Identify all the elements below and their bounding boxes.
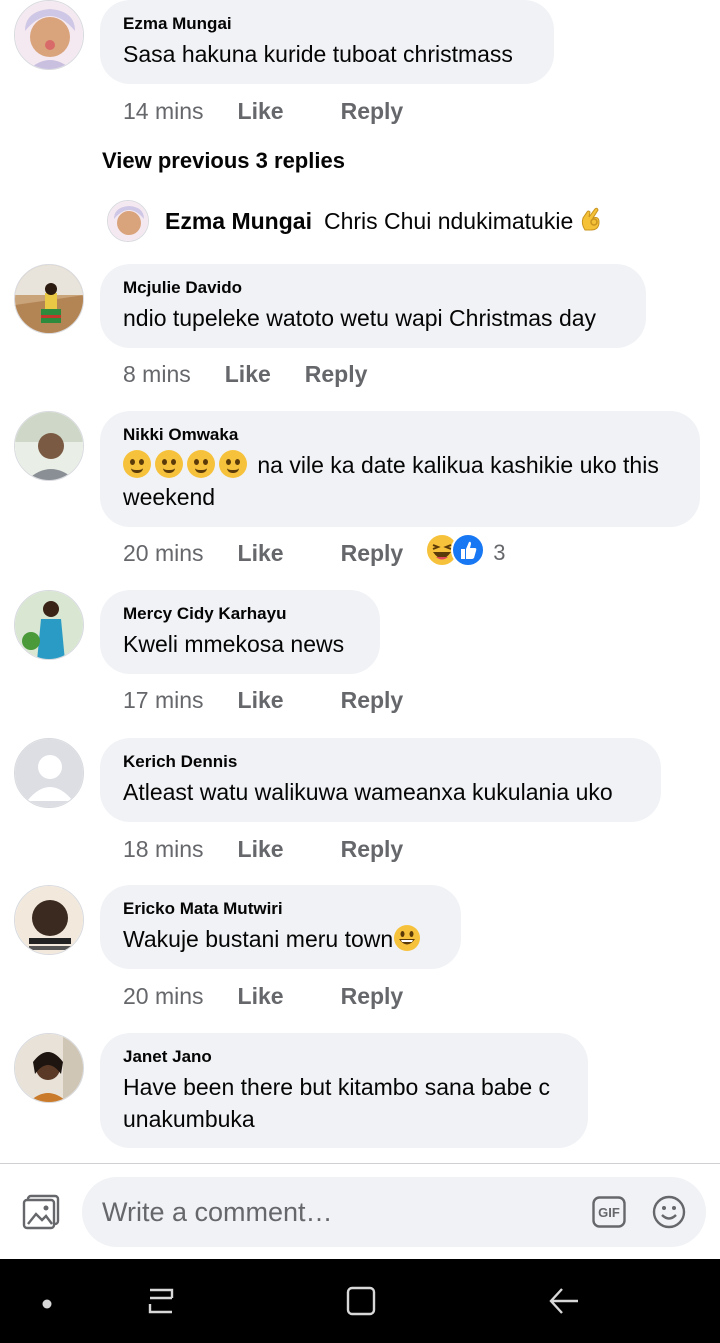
comment-input[interactable]: Write a comment… GIF — [82, 1177, 706, 1247]
reaction-count: 3 — [493, 540, 506, 565]
reply-button[interactable]: Reply — [341, 983, 404, 1010]
comment-author[interactable]: Kerich Dennis — [123, 752, 637, 772]
comment-author[interactable]: Mcjulie Davido — [123, 278, 622, 298]
comment-text: Atleast watu walikuwa wameanxa kukulania… — [123, 779, 613, 805]
comment-time: 14 mins — [123, 97, 204, 124]
comment-text: Have been there but kitambo sana babe c … — [123, 1074, 551, 1132]
reply-text: Chris Chui ndukimatukie — [323, 207, 574, 234]
avatar[interactable] — [14, 411, 84, 481]
comment-time: 8 mins — [123, 360, 191, 387]
reply-button[interactable]: Reply — [341, 98, 404, 125]
reactions-summary[interactable]: 3 — [425, 533, 505, 573]
avatar[interactable] — [14, 0, 84, 70]
avatar[interactable] — [14, 590, 84, 660]
comment-text-row: Wakuje bustani meru town — [123, 923, 437, 955]
photo-icon[interactable] — [22, 1194, 60, 1235]
home-icon[interactable] — [346, 1286, 376, 1321]
latest-reply[interactable]: Ezma Mungai Chris Chui ndukimatukie — [107, 200, 603, 242]
system-navigation-bar — [0, 1259, 720, 1343]
comment-time: 20 mins — [123, 982, 204, 1009]
like-button[interactable]: Like — [238, 98, 284, 125]
comment-bubble[interactable]: Ericko Mata Mutwiri Wakuje bustani meru … — [100, 885, 461, 969]
weary-face-emoji-icon — [155, 450, 183, 478]
comment-text: ndio tupeleke watoto wetu wapi Christmas… — [123, 305, 597, 331]
comment-bubble[interactable]: Janet Jano Have been there but kitambo s… — [100, 1033, 588, 1148]
comment-meta: 17 mins Like Reply — [123, 685, 403, 715]
avatar[interactable] — [14, 264, 84, 334]
like-button[interactable]: Like — [238, 836, 284, 863]
comment-meta: 20 mins Like Reply — [123, 981, 403, 1011]
avatar[interactable] — [14, 738, 84, 808]
comment-meta: 20 mins Like Reply 3 — [123, 533, 505, 568]
nav-dot-icon[interactable] — [42, 1296, 52, 1314]
grinning-face-emoji-icon — [393, 925, 421, 952]
reply-button[interactable]: Reply — [341, 836, 404, 863]
comment-placeholder: Write a comment… — [102, 1197, 333, 1227]
comment-bubble[interactable]: Mcjulie Davido ndio tupeleke watoto wetu… — [100, 264, 646, 348]
recent-apps-icon[interactable] — [146, 1286, 176, 1321]
like-button[interactable]: Like — [225, 361, 271, 388]
reply-button[interactable]: Reply — [305, 361, 368, 388]
weary-face-emoji-icon — [187, 450, 215, 478]
reply-author[interactable]: Ezma Mungai — [165, 208, 312, 235]
smiley-icon[interactable] — [652, 1195, 686, 1234]
comment-meta: 18 mins Like Reply — [123, 834, 403, 864]
ok-hand-emoji-icon — [579, 206, 603, 237]
comment-author[interactable]: Ezma Mungai — [123, 14, 530, 34]
comment-author[interactable]: Nikki Omwaka — [123, 425, 676, 445]
comment-text: Wakuje bustani meru town — [123, 926, 394, 952]
gif-label: GIF — [598, 1205, 620, 1220]
comment-bubble[interactable]: Nikki Omwaka na vile ka date kalikua kas… — [100, 411, 700, 527]
comment-text-row: na vile ka date kalikua kashikie uko thi… — [123, 449, 676, 513]
weary-face-emoji-icon — [219, 450, 247, 478]
comment-composer: Write a comment… GIF — [0, 1163, 720, 1260]
view-previous-replies[interactable]: View previous 3 replies — [102, 148, 345, 174]
comment-time: 20 mins — [123, 539, 204, 566]
comment-author[interactable]: Mercy Cidy Karhayu — [123, 604, 356, 624]
back-icon[interactable] — [548, 1286, 580, 1321]
reply-button[interactable]: Reply — [341, 540, 404, 567]
avatar[interactable] — [14, 1033, 84, 1103]
comment-bubble[interactable]: Mercy Cidy Karhayu Kweli mmekosa news — [100, 590, 380, 674]
comment-author[interactable]: Janet Jano — [123, 1047, 564, 1067]
comment-text: Kweli mmekosa news — [123, 631, 345, 657]
like-reaction-icon — [451, 533, 486, 573]
avatar[interactable] — [14, 885, 84, 955]
comment-text: Sasa hakuna kuride tuboat christmass — [123, 41, 513, 67]
like-button[interactable]: Like — [238, 687, 284, 714]
avatar[interactable] — [107, 200, 149, 242]
reply-button[interactable]: Reply — [341, 687, 404, 714]
like-button[interactable]: Like — [238, 540, 284, 567]
comment-author[interactable]: Ericko Mata Mutwiri — [123, 899, 437, 919]
comment-time: 18 mins — [123, 835, 204, 862]
comment-time: 17 mins — [123, 686, 204, 713]
like-button[interactable]: Like — [238, 983, 284, 1010]
comment-bubble[interactable]: Ezma Mungai Sasa hakuna kuride tuboat ch… — [100, 0, 554, 84]
comment-bubble[interactable]: Kerich Dennis Atleast watu walikuwa wame… — [100, 738, 661, 822]
comment-meta: 14 mins Like Reply — [123, 96, 403, 126]
comment-meta: 8 mins Like Reply — [123, 359, 367, 389]
gif-icon[interactable]: GIF — [592, 1196, 626, 1233]
weary-face-emoji-icon — [123, 450, 151, 478]
